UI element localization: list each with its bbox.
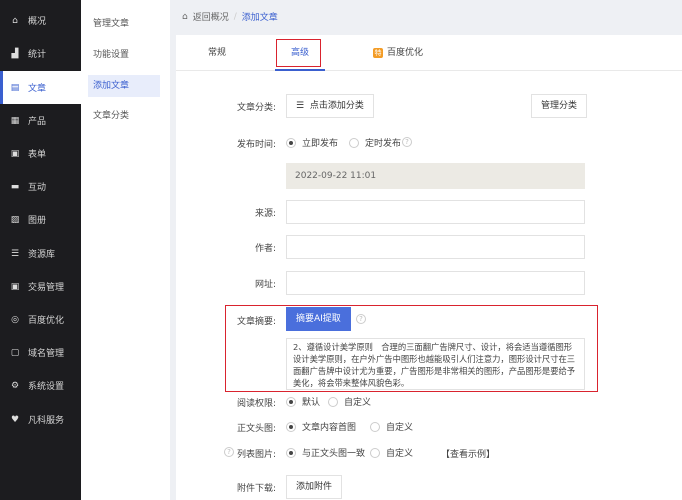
trade-icon: ▣ xyxy=(10,281,20,292)
sidebar-item-product[interactable]: ▦ 产品 xyxy=(0,104,81,137)
head-custom-radio[interactable]: 自定义 xyxy=(370,420,413,433)
submenu-manage-articles[interactable]: 管理文章 xyxy=(88,13,160,35)
view-example-link[interactable]: 【查看示例】 xyxy=(441,447,495,460)
home-icon: ⌂ xyxy=(182,11,188,22)
head-image-label: 正文头图: xyxy=(236,424,276,434)
stats-icon: ▟ xyxy=(11,48,19,59)
source-input[interactable] xyxy=(286,200,585,224)
url-label: 网址: xyxy=(254,280,276,290)
home-icon: ⌂ xyxy=(12,15,18,26)
publish-date-field[interactable]: 2022-09-22 11:01 xyxy=(286,163,585,189)
url-input[interactable] xyxy=(286,271,585,295)
publish-now-radio[interactable]: 立即发布 xyxy=(286,136,338,149)
help-icon[interactable]: ? xyxy=(402,137,412,147)
add-category-button[interactable]: ☰ 点击添加分类 xyxy=(286,94,374,118)
sidebar-item-trade[interactable]: ▣ 交易管理 xyxy=(0,270,81,303)
chat-icon: ▬ xyxy=(10,181,20,192)
list-custom-radio[interactable]: 自定义 xyxy=(370,446,413,459)
read-permission-label: 阅读权限: xyxy=(236,399,276,409)
category-label: 文章分类: xyxy=(236,103,276,113)
list-image-label: 列表图片: xyxy=(236,450,276,460)
tab-bar: 常规 高级 特百度优化 xyxy=(176,35,682,71)
sidebar-item-resources[interactable]: ☰ 资源库 xyxy=(0,237,81,270)
highlight-box-tab xyxy=(276,39,321,67)
list-icon: ☰ xyxy=(296,101,305,111)
submenu-add-article[interactable]: 添加文章 xyxy=(88,75,160,97)
sidebar-item-domain[interactable]: ▢ 域名管理 xyxy=(0,336,81,369)
form-card: 常规 高级 特百度优化 文章分类: ☰ 点击添加分类 管理分类 发布时间: 立即… xyxy=(176,35,682,500)
tab-normal[interactable]: 常规 xyxy=(208,35,226,71)
read-default-radio[interactable]: 默认 xyxy=(286,395,320,408)
sidebar-item-stats[interactable]: ▟ 统计 xyxy=(0,37,81,70)
breadcrumb-back[interactable]: 返回概况 xyxy=(193,10,229,23)
sidebar-item-baidu[interactable]: ◎ 百度优化 xyxy=(0,303,81,336)
sidebar-item-service[interactable]: ♥ 凡科服务 xyxy=(0,403,81,436)
summary-label: 文章摘要: xyxy=(236,317,276,327)
publish-timed-radio[interactable]: 定时发布 xyxy=(349,136,401,149)
baidu-icon: ◎ xyxy=(11,314,19,325)
publish-label: 发布时间: xyxy=(236,140,276,150)
breadcrumb: ⌂ 返回概况 / 添加文章 xyxy=(182,10,278,24)
sidebar-item-album[interactable]: ▨ 图册 xyxy=(0,203,81,236)
database-icon: ☰ xyxy=(10,248,20,259)
sidebar-item-interact[interactable]: ▬ 互动 xyxy=(0,170,81,203)
summary-ai-button[interactable]: 摘要AI提取 xyxy=(286,307,351,331)
tab-baidu[interactable]: 特百度优化 xyxy=(373,35,423,71)
head-content-radio[interactable]: 文章内容首图 xyxy=(286,420,356,433)
sidebar-item-overview[interactable]: ⌂ 概况 xyxy=(0,4,81,37)
article-icon: ▤ xyxy=(10,82,20,93)
summary-textarea[interactable]: 2、遵循设计美学原则 合理的三面翻广告牌尺寸、设计，将会适当遵循图形设计美学原则… xyxy=(286,338,585,390)
attachment-label: 附件下载: xyxy=(236,484,276,494)
breadcrumb-current: 添加文章 xyxy=(241,13,278,23)
sidebar-item-form[interactable]: ▣ 表单 xyxy=(0,137,81,170)
help-icon[interactable]: ? xyxy=(356,314,366,324)
list-same-radio[interactable]: 与正文头图一致 xyxy=(286,446,365,459)
domain-icon: ▢ xyxy=(10,347,20,358)
source-label: 来源: xyxy=(254,209,276,219)
breadcrumb-separator: / xyxy=(233,11,237,22)
manage-category-button[interactable]: 管理分类 xyxy=(531,94,588,118)
sidebar-item-settings[interactable]: ⚙ 系统设置 xyxy=(0,369,81,402)
submenu-article-category[interactable]: 文章分类 xyxy=(88,105,160,127)
sidebar-item-article[interactable]: ▤ 文章 xyxy=(0,71,81,104)
sidebar: ⌂ 概况 ▟ 统计 ▤ 文章 ▦ 产品 ▣ 表单 ▬ 互动 ▨ 图册 ☰ 资源库 ▣ 交易管理 ◎… xyxy=(0,0,81,500)
album-icon: ▨ xyxy=(10,214,20,225)
author-input[interactable] xyxy=(286,235,585,259)
submenu-function-settings[interactable]: 功能设置 xyxy=(88,44,160,66)
gear-icon: ⚙ xyxy=(10,380,20,391)
submenu: 管理文章 功能设置 添加文章 文章分类 xyxy=(81,0,170,500)
baidu-badge-icon: 特 xyxy=(373,48,383,58)
grid-icon: ▦ xyxy=(10,115,20,126)
read-custom-radio[interactable]: 自定义 xyxy=(328,395,371,408)
form-icon: ▣ xyxy=(10,148,20,159)
add-attachment-button[interactable]: 添加附件 xyxy=(286,475,343,499)
author-label: 作者: xyxy=(254,244,276,254)
heart-icon: ♥ xyxy=(10,414,20,425)
